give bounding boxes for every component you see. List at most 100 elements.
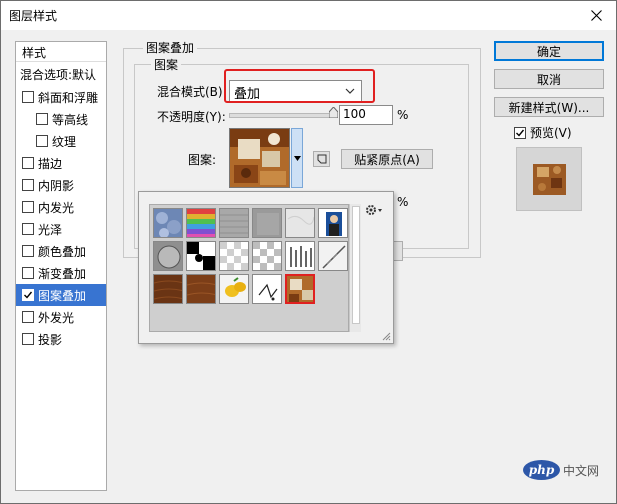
opacity-input[interactable]: 100: [339, 105, 393, 125]
checkmark-icon: [516, 129, 525, 137]
styles-header[interactable]: 样式: [16, 42, 106, 62]
opacity-slider-track[interactable]: [229, 113, 334, 118]
pattern-dropdown-button[interactable]: [291, 128, 303, 188]
style-item[interactable]: 图案叠加: [16, 284, 106, 306]
style-item[interactable]: 内阴影: [16, 174, 106, 196]
style-checkbox[interactable]: [22, 91, 34, 103]
style-item[interactable]: 外发光: [16, 306, 106, 328]
wood-dark-pattern[interactable]: [153, 274, 183, 304]
rusty-pattern-thumbnail: [230, 129, 289, 187]
gray-noise-pattern[interactable]: [252, 208, 282, 238]
pattern-grid: [149, 204, 349, 332]
style-item-label: 纹理: [52, 134, 77, 149]
resize-grip-icon[interactable]: [381, 331, 391, 341]
wood-pattern[interactable]: [186, 274, 216, 304]
style-item[interactable]: 投影: [16, 328, 106, 350]
splash-pattern-thumb: [253, 275, 281, 303]
style-checkbox[interactable]: [22, 245, 34, 257]
page-corner-icon: [317, 154, 326, 164]
layer-style-dialog: 图层样式 样式 混合选项:默认 斜面和浮雕等高线纹理描边内阴影内发光 光泽颜色叠加…: [0, 0, 617, 504]
white-texture-pattern[interactable]: [285, 208, 315, 238]
pattern-preview[interactable]: [229, 128, 290, 188]
blend-mode-label: 混合模式(B):: [157, 85, 227, 99]
style-item[interactable]: 斜面和浮雕: [16, 86, 106, 108]
wood-pattern-thumb: [187, 275, 215, 303]
style-checkbox[interactable]: [22, 223, 34, 235]
puzzle-pattern-thumb: [187, 242, 215, 270]
scale-unit: %: [397, 195, 409, 209]
style-item-label: 渐变叠加: [38, 266, 87, 281]
feather-pattern[interactable]: [318, 241, 348, 271]
style-checkbox[interactable]: [22, 201, 34, 213]
rust-pattern[interactable]: [285, 274, 315, 304]
pattern-subgroup-title: 图案: [151, 56, 182, 73]
white-texture-pattern-thumb: [286, 209, 314, 237]
style-item-label: 投影: [38, 332, 63, 347]
ok-button[interactable]: 确定: [494, 41, 604, 61]
styles-list: 样式 混合选项:默认 斜面和浮雕等高线纹理描边内阴影内发光 光泽颜色叠加渐变叠加图…: [15, 41, 107, 491]
checker-pattern-thumb: [220, 242, 248, 270]
wood-dark-pattern-thumb: [154, 275, 182, 303]
style-item[interactable]: 描边: [16, 152, 106, 174]
preview-checkbox[interactable]: [514, 126, 526, 139]
snap-to-origin-button[interactable]: 贴紧原点(A): [341, 149, 433, 169]
style-item[interactable]: 内发光: [16, 196, 106, 218]
picker-scroll-thumb[interactable]: [352, 206, 360, 324]
gear-icon[interactable]: [365, 204, 383, 216]
style-item[interactable]: 纹理: [16, 130, 106, 152]
bubbles-pattern[interactable]: [153, 208, 183, 238]
checkmark-icon: [24, 291, 33, 299]
style-item[interactable]: 等高线: [16, 108, 106, 130]
linen-pattern[interactable]: [219, 208, 249, 238]
checker-gray-pattern[interactable]: [252, 241, 282, 271]
gray-circle-pattern[interactable]: [153, 241, 183, 271]
preview-thumbnail: [533, 164, 566, 195]
blend-mode-highlight: [224, 69, 375, 103]
opacity-slider-thumb[interactable]: [329, 107, 338, 118]
style-checkbox[interactable]: [22, 333, 34, 345]
splash-pattern[interactable]: [252, 274, 282, 304]
watermark-text: 中文网: [563, 463, 600, 478]
rainbow-pattern-thumb: [187, 209, 215, 237]
blend-options-item[interactable]: 混合选项:默认: [16, 64, 106, 84]
style-checkbox[interactable]: [22, 267, 34, 279]
style-checkbox[interactable]: [22, 179, 34, 191]
style-checkbox[interactable]: [22, 311, 34, 323]
style-item[interactable]: 光泽: [16, 218, 106, 240]
watermark: php 中文网: [523, 460, 599, 480]
window-title: 图层样式: [9, 9, 58, 23]
style-item-label: 斜面和浮雕: [38, 90, 99, 105]
figures-pattern[interactable]: [285, 241, 315, 271]
style-item[interactable]: 渐变叠加: [16, 262, 106, 284]
style-item-label: 描边: [38, 156, 63, 171]
style-item-label: 内阴影: [38, 178, 75, 193]
preview-label: 预览(V): [530, 126, 572, 140]
style-item-label: 等高线: [52, 112, 89, 127]
style-item-label: 图案叠加: [38, 288, 87, 303]
preview-checkbox-row[interactable]: 预览(V): [514, 124, 572, 141]
pattern-label: 图案:: [188, 153, 217, 167]
pattern-overlay-title: 图案叠加: [143, 39, 198, 56]
figures-pattern-thumb: [286, 242, 314, 270]
rust-pattern-thumb: [287, 276, 313, 302]
cancel-button[interactable]: 取消: [494, 69, 604, 89]
style-checkbox[interactable]: [22, 289, 34, 301]
style-item-label: 颜色叠加: [38, 244, 87, 259]
picker-scrollbar[interactable]: [349, 204, 361, 332]
portrait-pattern-thumb: [319, 209, 347, 237]
new-style-button[interactable]: 新建样式(W)...: [494, 97, 604, 117]
style-checkbox[interactable]: [36, 113, 48, 125]
style-item[interactable]: 颜色叠加: [16, 240, 106, 262]
title-bar[interactable]: 图层样式: [1, 1, 616, 30]
style-checkbox[interactable]: [36, 135, 48, 147]
portrait-pattern[interactable]: [318, 208, 348, 238]
new-preset-button[interactable]: [313, 151, 330, 167]
checker-pattern[interactable]: [219, 241, 249, 271]
lemons-pattern[interactable]: [219, 274, 249, 304]
puzzle-pattern[interactable]: [186, 241, 216, 271]
close-button[interactable]: [576, 1, 616, 30]
style-checkbox[interactable]: [22, 157, 34, 169]
caret-down-icon: [293, 155, 301, 161]
style-item-label: 外发光: [38, 310, 75, 325]
rainbow-pattern[interactable]: [186, 208, 216, 238]
